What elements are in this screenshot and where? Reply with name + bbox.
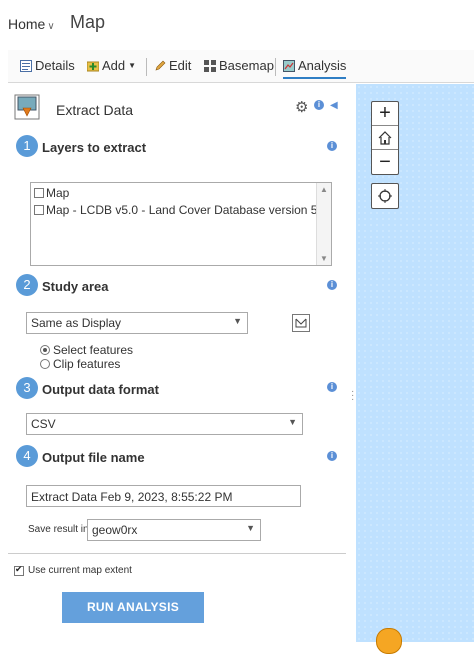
extract-data-icon <box>14 94 40 120</box>
step-2-label: Study area <box>42 279 109 294</box>
layer-checkbox[interactable] <box>34 205 44 215</box>
layer-checkbox[interactable] <box>34 188 44 198</box>
basemap-button[interactable]: Basemap <box>204 58 274 73</box>
zoom-control: + − <box>371 101 399 175</box>
layers-listbox[interactable]: Map Map - LCDB v5.0 - Land Cover Databas… <box>30 182 332 266</box>
top-nav: Home ∨ Map <box>0 0 474 46</box>
gear-icon[interactable]: ⚙ <box>295 98 308 116</box>
plus-icon: + <box>379 102 391 124</box>
step-4-label: Output file name <box>42 450 145 465</box>
locate-button[interactable] <box>371 183 399 209</box>
radio-label: Clip features <box>53 357 121 371</box>
step-3-info-icon[interactable]: i <box>327 382 337 392</box>
select-features-radio[interactable]: Select features <box>40 343 133 357</box>
layer-label: Map - LCDB v5.0 - Land Cover Database ve… <box>46 203 331 217</box>
home-extent-button[interactable] <box>372 126 398 150</box>
layer-item[interactable]: Map - LCDB v5.0 - Land Cover Database ve… <box>34 203 331 217</box>
analysis-panel: Extract Data ⚙ i ◀ 1 Layers to extract i… <box>8 84 352 642</box>
house-icon <box>378 130 392 145</box>
home-dropdown[interactable]: Home ∨ <box>8 16 55 32</box>
output-format-value: CSV <box>31 417 56 431</box>
zoom-in-button[interactable]: + <box>372 102 398 126</box>
analysis-label: Analysis <box>298 58 347 73</box>
use-extent-label: Use current map extent <box>28 565 132 576</box>
study-area-value: Same as Display <box>31 316 122 330</box>
step-1-label: Layers to extract <box>42 140 147 155</box>
panel-title: Extract Data <box>56 102 134 118</box>
warning-icon[interactable] <box>376 628 402 654</box>
add-label: Add <box>102 58 126 73</box>
scroll-down-icon[interactable]: ▼ <box>320 254 328 263</box>
basemap-label: Basemap <box>219 58 274 73</box>
run-analysis-button[interactable]: RUN ANALYSIS <box>62 592 204 623</box>
map-toolbar: Details Add ▼ Edit Basemap Analysis <box>8 50 474 83</box>
use-extent-option[interactable]: Use current map extent <box>14 564 132 576</box>
radio-button[interactable] <box>40 345 50 355</box>
scroll-up-icon[interactable]: ▲ <box>320 185 328 194</box>
info-icon[interactable]: i <box>314 100 324 110</box>
draw-shape-icon <box>295 318 307 328</box>
step-4-badge: 4 <box>16 445 38 467</box>
edit-button[interactable]: Edit <box>154 58 191 73</box>
file-name-value: Extract Data Feb 9, 2023, 8:55:22 PM <box>31 490 233 504</box>
radio-label: Select features <box>53 343 134 357</box>
draw-area-button[interactable] <box>292 314 310 332</box>
chevron-down-icon: ▼ <box>246 523 255 533</box>
minus-icon: − <box>379 150 391 173</box>
toolbar-divider <box>275 58 276 76</box>
step-3-label: Output data format <box>42 382 159 397</box>
details-icon <box>20 59 32 72</box>
layer-label: Map <box>46 186 70 200</box>
step-1-info-icon[interactable]: i <box>327 141 337 151</box>
listbox-scrollbar[interactable]: ▲ ▼ <box>316 183 331 265</box>
add-icon <box>87 61 99 71</box>
analysis-icon <box>283 59 295 72</box>
layer-item[interactable]: Map <box>34 186 69 200</box>
step-2-info-icon[interactable]: i <box>327 280 337 290</box>
file-name-input[interactable]: Extract Data Feb 9, 2023, 8:55:22 PM <box>26 485 301 507</box>
save-result-label: Save result in <box>28 524 89 535</box>
analysis-tab[interactable]: Analysis <box>283 58 347 79</box>
save-folder-value: geow0rx <box>92 523 138 537</box>
study-area-select[interactable]: Same as Display ▼ <box>26 312 248 334</box>
step-4-info-icon[interactable]: i <box>327 451 337 461</box>
zoom-out-button[interactable]: − <box>372 150 398 174</box>
details-label: Details <box>35 58 75 73</box>
crosshair-icon <box>378 189 392 203</box>
basemap-grid-icon <box>204 59 216 72</box>
details-button[interactable]: Details <box>20 58 75 73</box>
add-button[interactable]: Add ▼ <box>87 58 136 73</box>
edit-label: Edit <box>169 58 192 73</box>
output-format-select[interactable]: CSV ▼ <box>26 413 303 435</box>
chevron-down-icon: ▼ <box>288 417 297 427</box>
map-title: Map <box>70 12 106 32</box>
step-3-badge: 3 <box>16 377 38 399</box>
pencil-icon <box>155 60 166 70</box>
collapse-panel-icon[interactable]: ◀ <box>330 100 338 111</box>
step-2-badge: 2 <box>16 274 38 296</box>
radio-button[interactable] <box>40 359 50 369</box>
use-extent-checkbox[interactable] <box>14 564 24 576</box>
step-1-badge: 1 <box>16 135 38 157</box>
home-label: Home <box>8 16 46 32</box>
chevron-down-icon: ∨ <box>47 21 55 32</box>
toolbar-divider <box>146 58 147 76</box>
save-folder-select[interactable]: geow0rx ▼ <box>87 519 261 541</box>
clip-features-radio[interactable]: Clip features <box>40 357 120 371</box>
panel-divider <box>8 553 346 554</box>
chevron-down-icon: ▼ <box>233 316 242 326</box>
caret-down-icon: ▼ <box>128 61 137 70</box>
